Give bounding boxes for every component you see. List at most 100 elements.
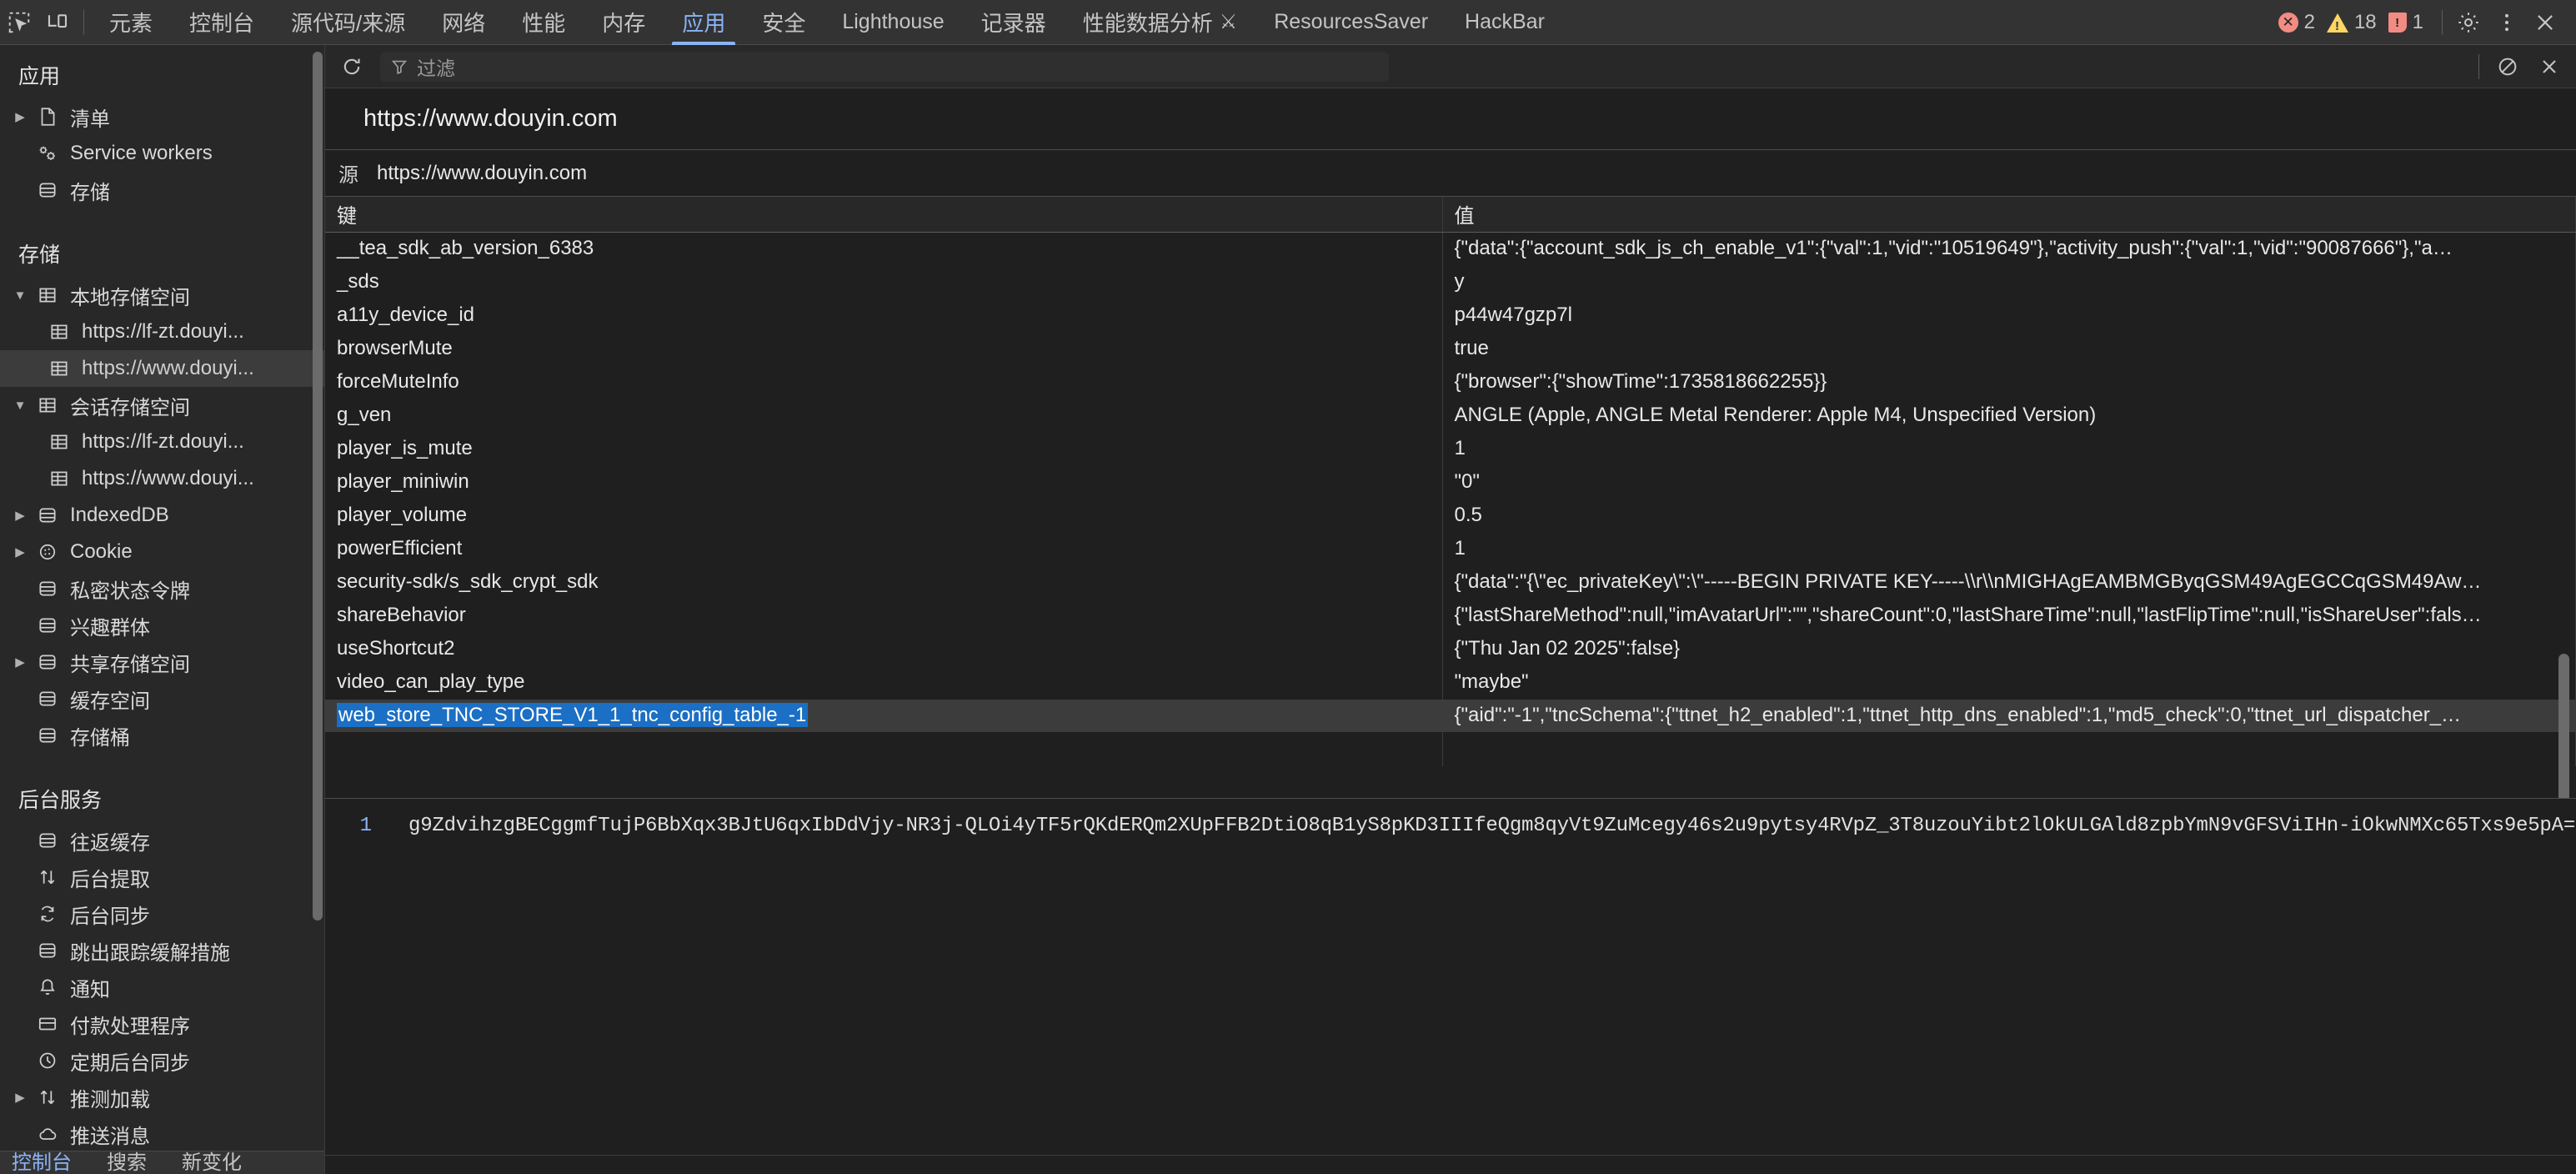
table-row[interactable]: browserMute true	[325, 332, 2576, 365]
drawer-tab-search[interactable]: 搜索	[107, 1151, 147, 1174]
sidebar-item-service-workers[interactable]: ▶ Service workers	[0, 135, 324, 172]
tab-memory[interactable]: 内存	[584, 0, 664, 45]
table-row[interactable]: powerEfficient 1	[325, 532, 2576, 565]
sidebar-item-session-storage[interactable]: ▼ 会话存储空间	[0, 387, 324, 424]
cell-key[interactable]: __tea_sdk_ab_version_6383	[325, 232, 1442, 265]
tab-recorder[interactable]: 记录器	[963, 0, 1065, 45]
cell-key[interactable]: video_can_play_type	[325, 665, 1442, 699]
cell-key[interactable]: shareBehavior	[325, 599, 1442, 632]
table-row[interactable]: a11y_device_id p44w47gzp7l	[325, 299, 2576, 332]
sidebar-item-back-forward-cache[interactable]: ▶ 往返缓存	[0, 822, 324, 859]
tab-network[interactable]: 网络	[423, 0, 504, 45]
sidebar-item-indexeddb[interactable]: ▶ IndexedDB	[0, 497, 324, 534]
chevron-right-icon[interactable]: ▶	[8, 1090, 32, 1105]
sidebar-item-local-www-douyin[interactable]: https://www.douyi...	[0, 350, 324, 387]
tab-performance[interactable]: 性能	[504, 0, 584, 45]
cell-value[interactable]: true	[1442, 332, 2576, 365]
sidebar-item-background-sync[interactable]: ▶ 后台同步	[0, 896, 324, 932]
delete-selected-icon[interactable]	[2531, 48, 2568, 85]
sidebar-item-notifications[interactable]: ▶ 通知	[0, 969, 324, 1006]
tab-elements[interactable]: 元素	[91, 0, 171, 45]
sidebar-item-session-lf-zt[interactable]: https://lf-zt.douyi...	[0, 424, 324, 460]
sidebar-item-bounce-tracking-mitigations[interactable]: ▶ 跳出跟踪缓解措施	[0, 932, 324, 969]
sidebar-item-interest-groups[interactable]: ▶ 兴趣群体	[0, 607, 324, 644]
sidebar-item-session-www-douyin[interactable]: https://www.douyi...	[0, 460, 324, 497]
sidebar-item-manifest[interactable]: ▶ 清单	[0, 98, 324, 135]
tab-hackbar[interactable]: HackBar	[1446, 0, 1563, 45]
tab-console[interactable]: 控制台	[171, 0, 273, 45]
sidebar-item-storage-buckets[interactable]: ▶ 存储桶	[0, 717, 324, 754]
sidebar-item-local-storage[interactable]: ▼ 本地存储空间	[0, 277, 324, 314]
tab-security[interactable]: 安全	[744, 0, 824, 45]
cell-key[interactable]: player_volume	[325, 499, 1442, 532]
inspect-element-icon[interactable]	[0, 3, 38, 42]
sidebar-item-local-lf-zt[interactable]: https://lf-zt.douyi...	[0, 314, 324, 350]
table-row[interactable]: video_can_play_type "maybe"	[325, 665, 2576, 699]
sidebar-item-periodic-background-sync[interactable]: ▶ 定期后台同步	[0, 1042, 324, 1079]
chevron-right-icon[interactable]: ▶	[8, 544, 32, 559]
refresh-icon[interactable]	[333, 48, 370, 85]
chevron-right-icon[interactable]: ▶	[8, 508, 32, 523]
column-header-key[interactable]: 键	[325, 197, 1442, 232]
drawer-tab-changes[interactable]: 新变化	[182, 1151, 242, 1174]
chevron-down-icon[interactable]: ▼	[8, 399, 32, 413]
cell-value[interactable]: 1	[1442, 432, 2576, 465]
error-counter[interactable]: ✕ 2	[2278, 11, 2315, 34]
tab-performance-insights[interactable]: 性能数据分析 ⚔	[1065, 0, 1256, 45]
cell-key[interactable]: a11y_device_id	[325, 299, 1442, 332]
close-icon[interactable]	[2526, 3, 2564, 42]
warning-counter[interactable]: ! 18	[2327, 11, 2377, 34]
cell-key[interactable]: player_miniwin	[325, 465, 1442, 499]
table-row-selected[interactable]: web_store_TNC_STORE_V1_1_tnc_config_tabl…	[325, 699, 2576, 732]
cell-value[interactable]: {"data":"{\"ec_privateKey\":\"-----BEGIN…	[1442, 565, 2576, 599]
table-row[interactable]: shareBehavior {"lastShareMethod":null,"i…	[325, 599, 2576, 632]
cell-key[interactable]: browserMute	[325, 332, 1442, 365]
cell-value[interactable]: ANGLE (Apple, ANGLE Metal Renderer: Appl…	[1442, 399, 2576, 432]
cell-value[interactable]: {"aid":"-1","tncSchema":{"ttnet_h2_enabl…	[1442, 699, 2576, 732]
cell-value[interactable]: "0"	[1442, 465, 2576, 499]
drawer-tab-console[interactable]: 控制台	[12, 1151, 72, 1174]
cell-key[interactable]: useShortcut2	[325, 632, 1442, 665]
sidebar-item-storage[interactable]: ▶ 存储	[0, 172, 324, 208]
cell-value[interactable]: {"browser":{"showTime":1735818662255}}	[1442, 365, 2576, 399]
sidebar-item-speculative-loads[interactable]: ▶ 推测加载	[0, 1079, 324, 1116]
table-row[interactable]: player_is_mute 1	[325, 432, 2576, 465]
cell-value[interactable]: "maybe"	[1442, 665, 2576, 699]
table-row[interactable]: player_volume 0.5	[325, 499, 2576, 532]
cell-key[interactable]: player_is_mute	[325, 432, 1442, 465]
table-row[interactable]: forceMuteInfo {"browser":{"showTime":173…	[325, 365, 2576, 399]
tab-application[interactable]: 应用	[664, 0, 744, 45]
table-row[interactable]: _sds y	[325, 265, 2576, 299]
cell-value[interactable]: 0.5	[1442, 499, 2576, 532]
sidebar-item-push-messaging[interactable]: ▶ 推送消息	[0, 1116, 324, 1151]
cell-value[interactable]: y	[1442, 265, 2576, 299]
issues-counter[interactable]: ! 1	[2388, 11, 2423, 34]
device-toolbar-icon[interactable]	[38, 3, 77, 42]
table-row[interactable]: player_miniwin "0"	[325, 465, 2576, 499]
sidebar-item-private-state-tokens[interactable]: ▶ 私密状态令牌	[0, 570, 324, 607]
cell-value[interactable]: p44w47gzp7l	[1442, 299, 2576, 332]
cell-key[interactable]: _sds	[325, 265, 1442, 299]
tab-sources[interactable]: 源代码/来源	[273, 0, 423, 45]
sidebar-item-cookie[interactable]: ▶ Cookie	[0, 534, 324, 570]
chevron-right-icon[interactable]: ▶	[8, 109, 32, 124]
cell-key[interactable]: powerEfficient	[325, 532, 1442, 565]
cell-value[interactable]: 1	[1442, 532, 2576, 565]
cell-value[interactable]: {"Thu Jan 02 2025":false}	[1442, 632, 2576, 665]
table-row[interactable]: __tea_sdk_ab_version_6383 {"data":{"acco…	[325, 232, 2576, 265]
cell-key[interactable]: forceMuteInfo	[325, 365, 1442, 399]
table-vertical-scrollbar[interactable]	[2558, 654, 2569, 799]
cell-key[interactable]: web_store_TNC_STORE_V1_1_tnc_config_tabl…	[325, 699, 1442, 732]
cell-key[interactable]: g_ven	[325, 399, 1442, 432]
sidebar-item-cache-storage[interactable]: ▶ 缓存空间	[0, 680, 324, 717]
table-row[interactable]: g_ven ANGLE (Apple, ANGLE Metal Renderer…	[325, 399, 2576, 432]
sidebar-item-background-fetch[interactable]: ▶ 后台提取	[0, 859, 324, 896]
sidebar-scrollbar[interactable]	[313, 52, 323, 921]
cell-value[interactable]: {"lastShareMethod":null,"imAvatarUrl":""…	[1442, 599, 2576, 632]
table-row-empty[interactable]	[325, 732, 2576, 765]
filter-input[interactable]: 过滤	[380, 52, 1389, 82]
column-header-value[interactable]: 值	[1442, 197, 2576, 232]
table-row[interactable]: security-sdk/s_sdk_crypt_sdk {"data":"{\…	[325, 565, 2576, 599]
clear-all-icon[interactable]	[2489, 48, 2526, 85]
chevron-down-icon[interactable]: ▼	[8, 288, 32, 303]
